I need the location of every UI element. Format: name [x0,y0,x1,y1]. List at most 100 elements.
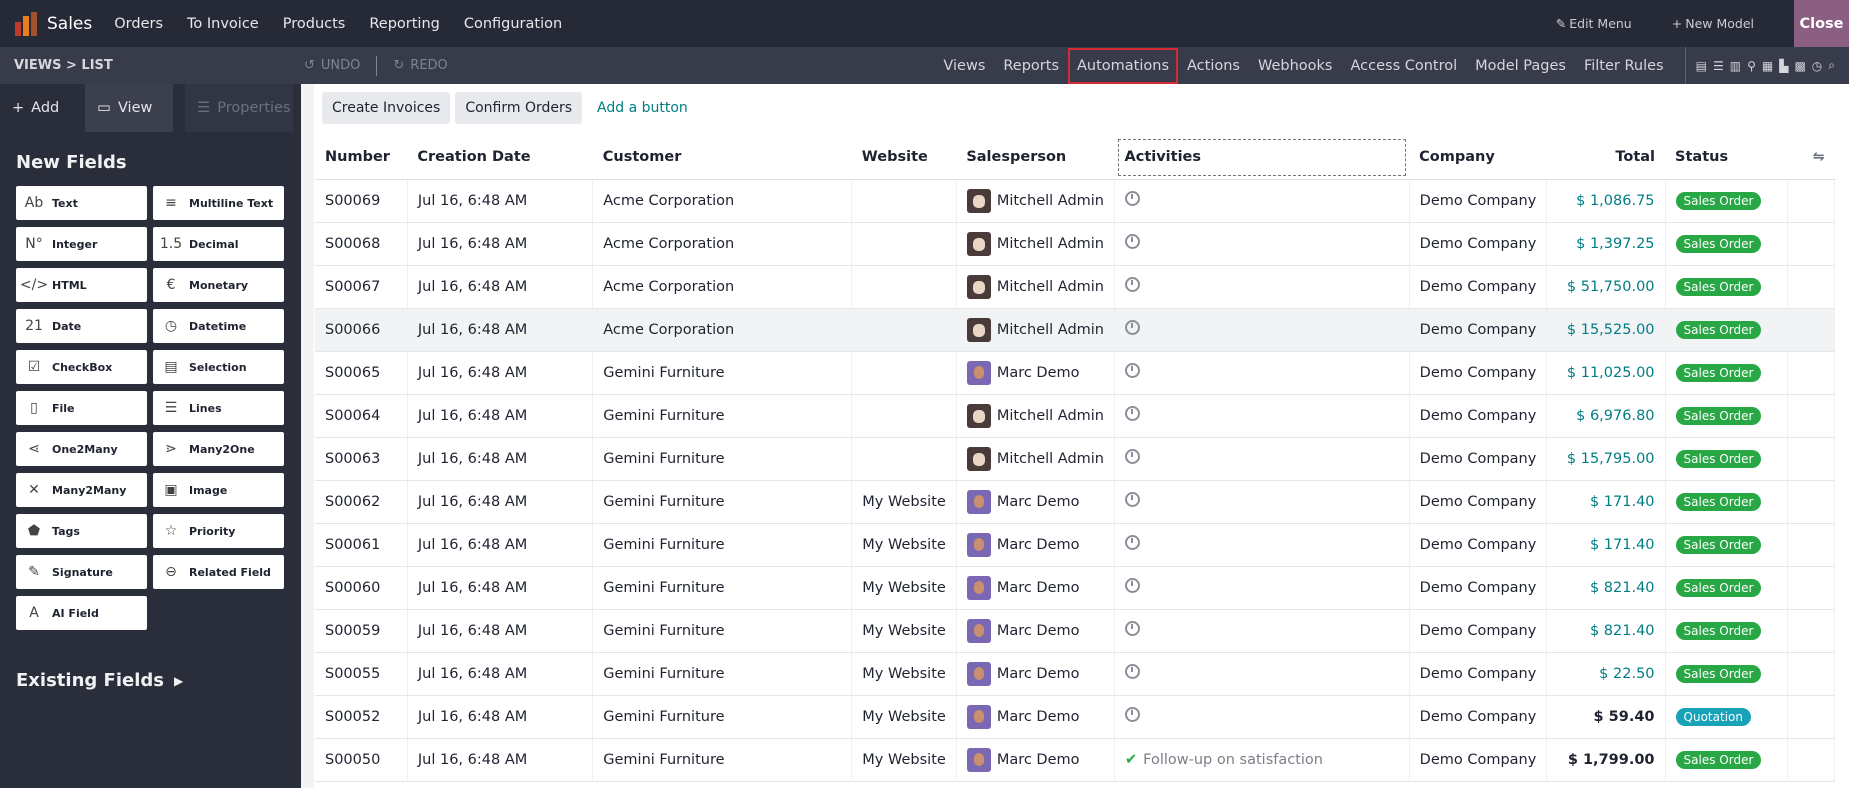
column-number[interactable]: Number [315,136,408,180]
table-row[interactable]: S00067 Jul 16, 6:48 AM Acme Corporation Mit… [315,265,1835,309]
kanban-view-icon[interactable]: ▥ [1730,59,1741,73]
list-view-icon[interactable]: ☰ [1713,59,1724,73]
column-activities[interactable]: Activities [1114,136,1410,180]
avatar[interactable] [966,618,991,643]
field-tags[interactable]: ⬟ Tags [16,514,147,548]
edit-menu-button[interactable]: ✎ Edit Menu [1556,16,1632,31]
field-image[interactable]: ▣ Image [153,473,284,507]
clock-icon[interactable] [1125,363,1140,378]
calendar-view-icon[interactable]: ▦ [1762,59,1773,73]
table-row[interactable]: S00066 Jul 16, 6:48 AM Acme Corporation Mit… [315,308,1835,352]
column-salesperson[interactable]: Salesperson [956,136,1115,180]
field-multiline-text[interactable]: ≡ Multiline Text [153,186,284,220]
clock-icon[interactable] [1125,191,1140,206]
tab-views[interactable]: Views [934,47,994,84]
close-studio-button[interactable]: Close [1794,0,1849,47]
new-model-button[interactable]: + New Model [1672,16,1754,31]
table-row[interactable]: S00060 Jul 16, 6:48 AM Gemini Furniture My … [315,566,1835,610]
field-selection[interactable]: ▤ Selection [153,350,284,384]
menu-reporting[interactable]: Reporting [369,16,440,32]
activity-view-icon[interactable]: ◷ [1812,59,1822,73]
column-website[interactable]: Website [851,136,957,180]
field-related-field[interactable]: ⊖ Related Field [153,555,284,589]
column-creation-date[interactable]: Creation Date [407,136,593,180]
existing-fields-toggle[interactable]: Existing Fields ▶ [16,670,301,691]
avatar[interactable] [966,575,991,600]
tab-webhooks[interactable]: Webhooks [1249,47,1342,84]
field-monetary[interactable]: € Monetary [153,268,284,302]
field-integer[interactable]: N° Integer [16,227,147,261]
form-view-icon[interactable]: ▤ [1696,59,1707,73]
field-text[interactable]: Ab Text [16,186,147,220]
activity-summary[interactable]: Follow-up on satisfaction [1143,752,1323,768]
table-row[interactable]: S00059 Jul 16, 6:48 AM Gemini Furniture My … [315,609,1835,653]
table-row[interactable]: S00050 Jul 16, 6:48 AM Gemini Furniture My … [315,738,1835,782]
field-many2many[interactable]: ✕ Many2Many [16,473,147,507]
avatar[interactable] [966,747,991,772]
add-a-button-link[interactable]: Add a button [597,100,688,116]
field-date[interactable]: 21 Date [16,309,147,343]
optional-columns-icon[interactable]: ⇋ [1787,136,1835,180]
app-title[interactable]: Sales [47,14,92,34]
avatar[interactable] [966,274,991,299]
table-row[interactable]: S00068 Jul 16, 6:48 AM Acme Corporation Mit… [315,222,1835,266]
map-view-icon[interactable]: ⚲ [1747,59,1756,73]
menu-to-invoice[interactable]: To Invoice [187,16,259,32]
avatar[interactable] [966,489,991,514]
avatar[interactable] [966,403,991,428]
pivot-view-icon[interactable]: ▩ [1794,59,1805,73]
clock-icon[interactable] [1125,277,1140,292]
avatar[interactable] [966,532,991,557]
column-status[interactable]: Status [1665,136,1788,180]
graph-view-icon[interactable]: ▙ [1779,59,1788,73]
avatar[interactable] [966,188,991,213]
clock-icon[interactable] [1125,707,1140,722]
clock-icon[interactable] [1125,664,1140,679]
avatar[interactable] [966,231,991,256]
field-html[interactable]: </> HTML [16,268,147,302]
sidebar-tab-properties[interactable]: ☰ Properties [185,84,294,132]
redo-button[interactable]: REDO [410,58,448,73]
clock-icon[interactable] [1125,320,1140,335]
table-row[interactable]: S00065 Jul 16, 6:48 AM Gemini Furniture Mar… [315,351,1835,395]
sidebar-tab-add[interactable]: + Add [0,84,71,132]
tab-actions[interactable]: Actions [1178,47,1249,84]
avatar[interactable] [966,704,991,729]
table-row[interactable]: S00055 Jul 16, 6:48 AM Gemini Furniture My … [315,652,1835,696]
tab-reports[interactable]: Reports [994,47,1068,84]
table-row[interactable]: S00069 Jul 16, 6:48 AM Acme Corporation Mit… [315,179,1835,223]
table-row[interactable]: S00062 Jul 16, 6:48 AM Gemini Furniture My … [315,480,1835,524]
search-view-icon[interactable]: ⌕ [1828,58,1835,73]
clock-icon[interactable] [1125,449,1140,464]
tab-access-control[interactable]: Access Control [1341,47,1466,84]
field-checkbox[interactable]: ☑ CheckBox [16,350,147,384]
create-invoices-button[interactable]: Create Invoices [322,92,451,124]
menu-orders[interactable]: Orders [114,16,163,32]
sidebar-tab-view[interactable]: ▭ View [85,84,174,132]
undo-button[interactable]: UNDO [321,58,360,73]
menu-configuration[interactable]: Configuration [464,16,562,32]
column-customer[interactable]: Customer [592,136,852,180]
column-total[interactable]: Total [1546,136,1666,180]
avatar[interactable] [966,360,991,385]
clock-icon[interactable] [1125,234,1140,249]
avatar[interactable] [966,661,991,686]
table-row[interactable]: S00061 Jul 16, 6:48 AM Gemini Furniture My … [315,523,1835,567]
field-priority[interactable]: ☆ Priority [153,514,284,548]
breadcrumb[interactable]: VIEWS > LIST [14,58,304,73]
clock-icon[interactable] [1125,578,1140,593]
clock-icon[interactable] [1125,492,1140,507]
field-signature[interactable]: ✎ Signature [16,555,147,589]
field-lines[interactable]: ☰ Lines [153,391,284,425]
table-row[interactable]: S00063 Jul 16, 6:48 AM Gemini Furniture Mit… [315,437,1835,481]
avatar[interactable] [966,317,991,342]
field-one2many[interactable]: ⋖ One2Many [16,432,147,466]
field-datetime[interactable]: ◷ Datetime [153,309,284,343]
field-file[interactable]: ▯ File [16,391,147,425]
field-decimal[interactable]: 1.5 Decimal [153,227,284,261]
field-ai-field[interactable]: A AI Field [16,596,147,630]
clock-icon[interactable] [1125,535,1140,550]
tab-automations[interactable]: Automations [1068,47,1179,84]
field-many2one[interactable]: ⋗ Many2One [153,432,284,466]
column-company[interactable]: Company [1409,136,1547,180]
